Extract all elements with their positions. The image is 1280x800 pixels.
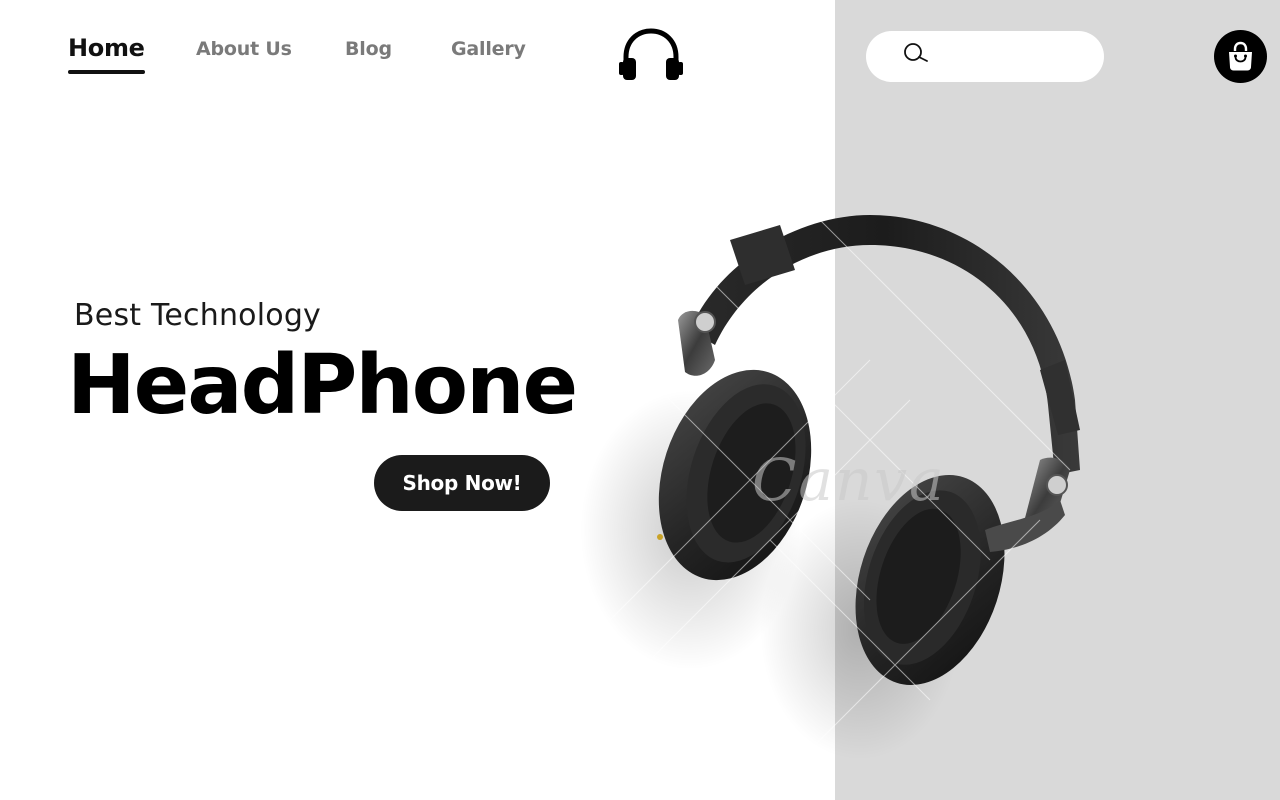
cart-button[interactable] [1214, 30, 1267, 83]
search-bar[interactable] [866, 31, 1104, 82]
landing-page: Home About Us Blog Gallery Best Technolo… [0, 0, 1280, 800]
shopping-bag-icon [1229, 41, 1252, 71]
nav-blog[interactable]: Blog [345, 38, 392, 60]
nav-home[interactable]: Home [68, 34, 145, 74]
search-input[interactable] [940, 41, 1094, 73]
hero-eyebrow: Best Technology [74, 298, 322, 333]
nav-about-us[interactable]: About Us [196, 38, 292, 60]
nav-gallery[interactable]: Gallery [451, 38, 526, 60]
shop-now-button[interactable]: Shop Now! [374, 455, 550, 511]
search-icon[interactable] [900, 40, 930, 70]
hero-headline: HeadPhone [67, 338, 578, 433]
headphones-icon[interactable] [617, 27, 685, 83]
image-watermark: Canva [752, 446, 946, 514]
